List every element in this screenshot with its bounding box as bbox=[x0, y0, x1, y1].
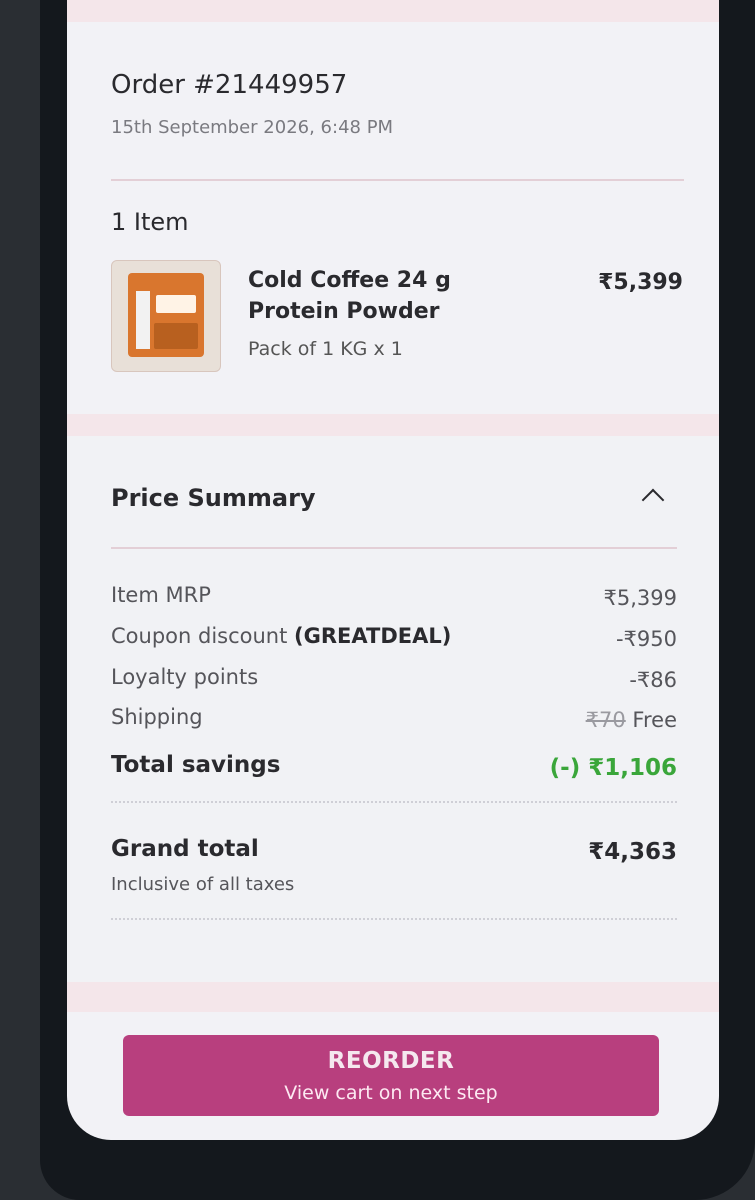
price-summary-divider bbox=[111, 547, 677, 549]
product-thumbnail[interactable] bbox=[111, 260, 221, 372]
loyalty-points-label: Loyalty points bbox=[111, 665, 259, 689]
total-savings-label: Total savings bbox=[111, 752, 281, 778]
reorder-button[interactable]: REORDER View cart on next step bbox=[123, 1035, 659, 1116]
grand-total-divider bbox=[111, 918, 677, 920]
item-mrp-value: ₹5,399 bbox=[603, 586, 677, 610]
shipping-free: Free bbox=[632, 708, 677, 732]
product-image bbox=[128, 273, 204, 357]
coupon-label-text: Coupon discount bbox=[111, 624, 288, 648]
loyalty-points-value: -₹86 bbox=[629, 668, 677, 692]
taxes-note: Inclusive of all taxes bbox=[111, 874, 295, 895]
reorder-sublabel: View cart on next step bbox=[284, 1082, 498, 1104]
app-screen: Order #21449957 15th September 2026, 6:4… bbox=[67, 0, 719, 1140]
coupon-discount-value: -₹950 bbox=[615, 627, 677, 651]
header-divider bbox=[111, 179, 684, 181]
product-price: ₹5,399 bbox=[598, 270, 683, 295]
coupon-discount-label: Coupon discount (GREATDEAL) bbox=[111, 624, 451, 648]
grand-total-label: Grand total bbox=[111, 836, 259, 862]
order-number: Order #21449957 bbox=[111, 70, 348, 100]
shipping-value: ₹70 Free bbox=[586, 708, 677, 732]
items-count: 1 Item bbox=[111, 208, 189, 236]
item-mrp-label: Item MRP bbox=[111, 583, 211, 607]
product-variant: Pack of 1 KG x 1 bbox=[248, 338, 403, 360]
bottom-separator-band bbox=[67, 982, 719, 1012]
product-name[interactable]: Cold Coffee 24 g Protein Powder bbox=[248, 265, 508, 327]
shipping-label: Shipping bbox=[111, 705, 203, 729]
reorder-label: REORDER bbox=[327, 1048, 455, 1074]
grand-total-value: ₹4,363 bbox=[588, 839, 677, 865]
order-date: 15th September 2026, 6:48 PM bbox=[111, 117, 394, 138]
top-separator-band bbox=[67, 0, 719, 22]
total-savings-value: (-) ₹1,106 bbox=[549, 755, 677, 781]
price-summary-title: Price Summary bbox=[111, 484, 316, 512]
coupon-code: (GREATDEAL) bbox=[294, 624, 452, 648]
savings-divider bbox=[111, 801, 677, 803]
section-separator-band bbox=[67, 414, 719, 436]
shipping-original-price: ₹70 bbox=[585, 708, 626, 732]
